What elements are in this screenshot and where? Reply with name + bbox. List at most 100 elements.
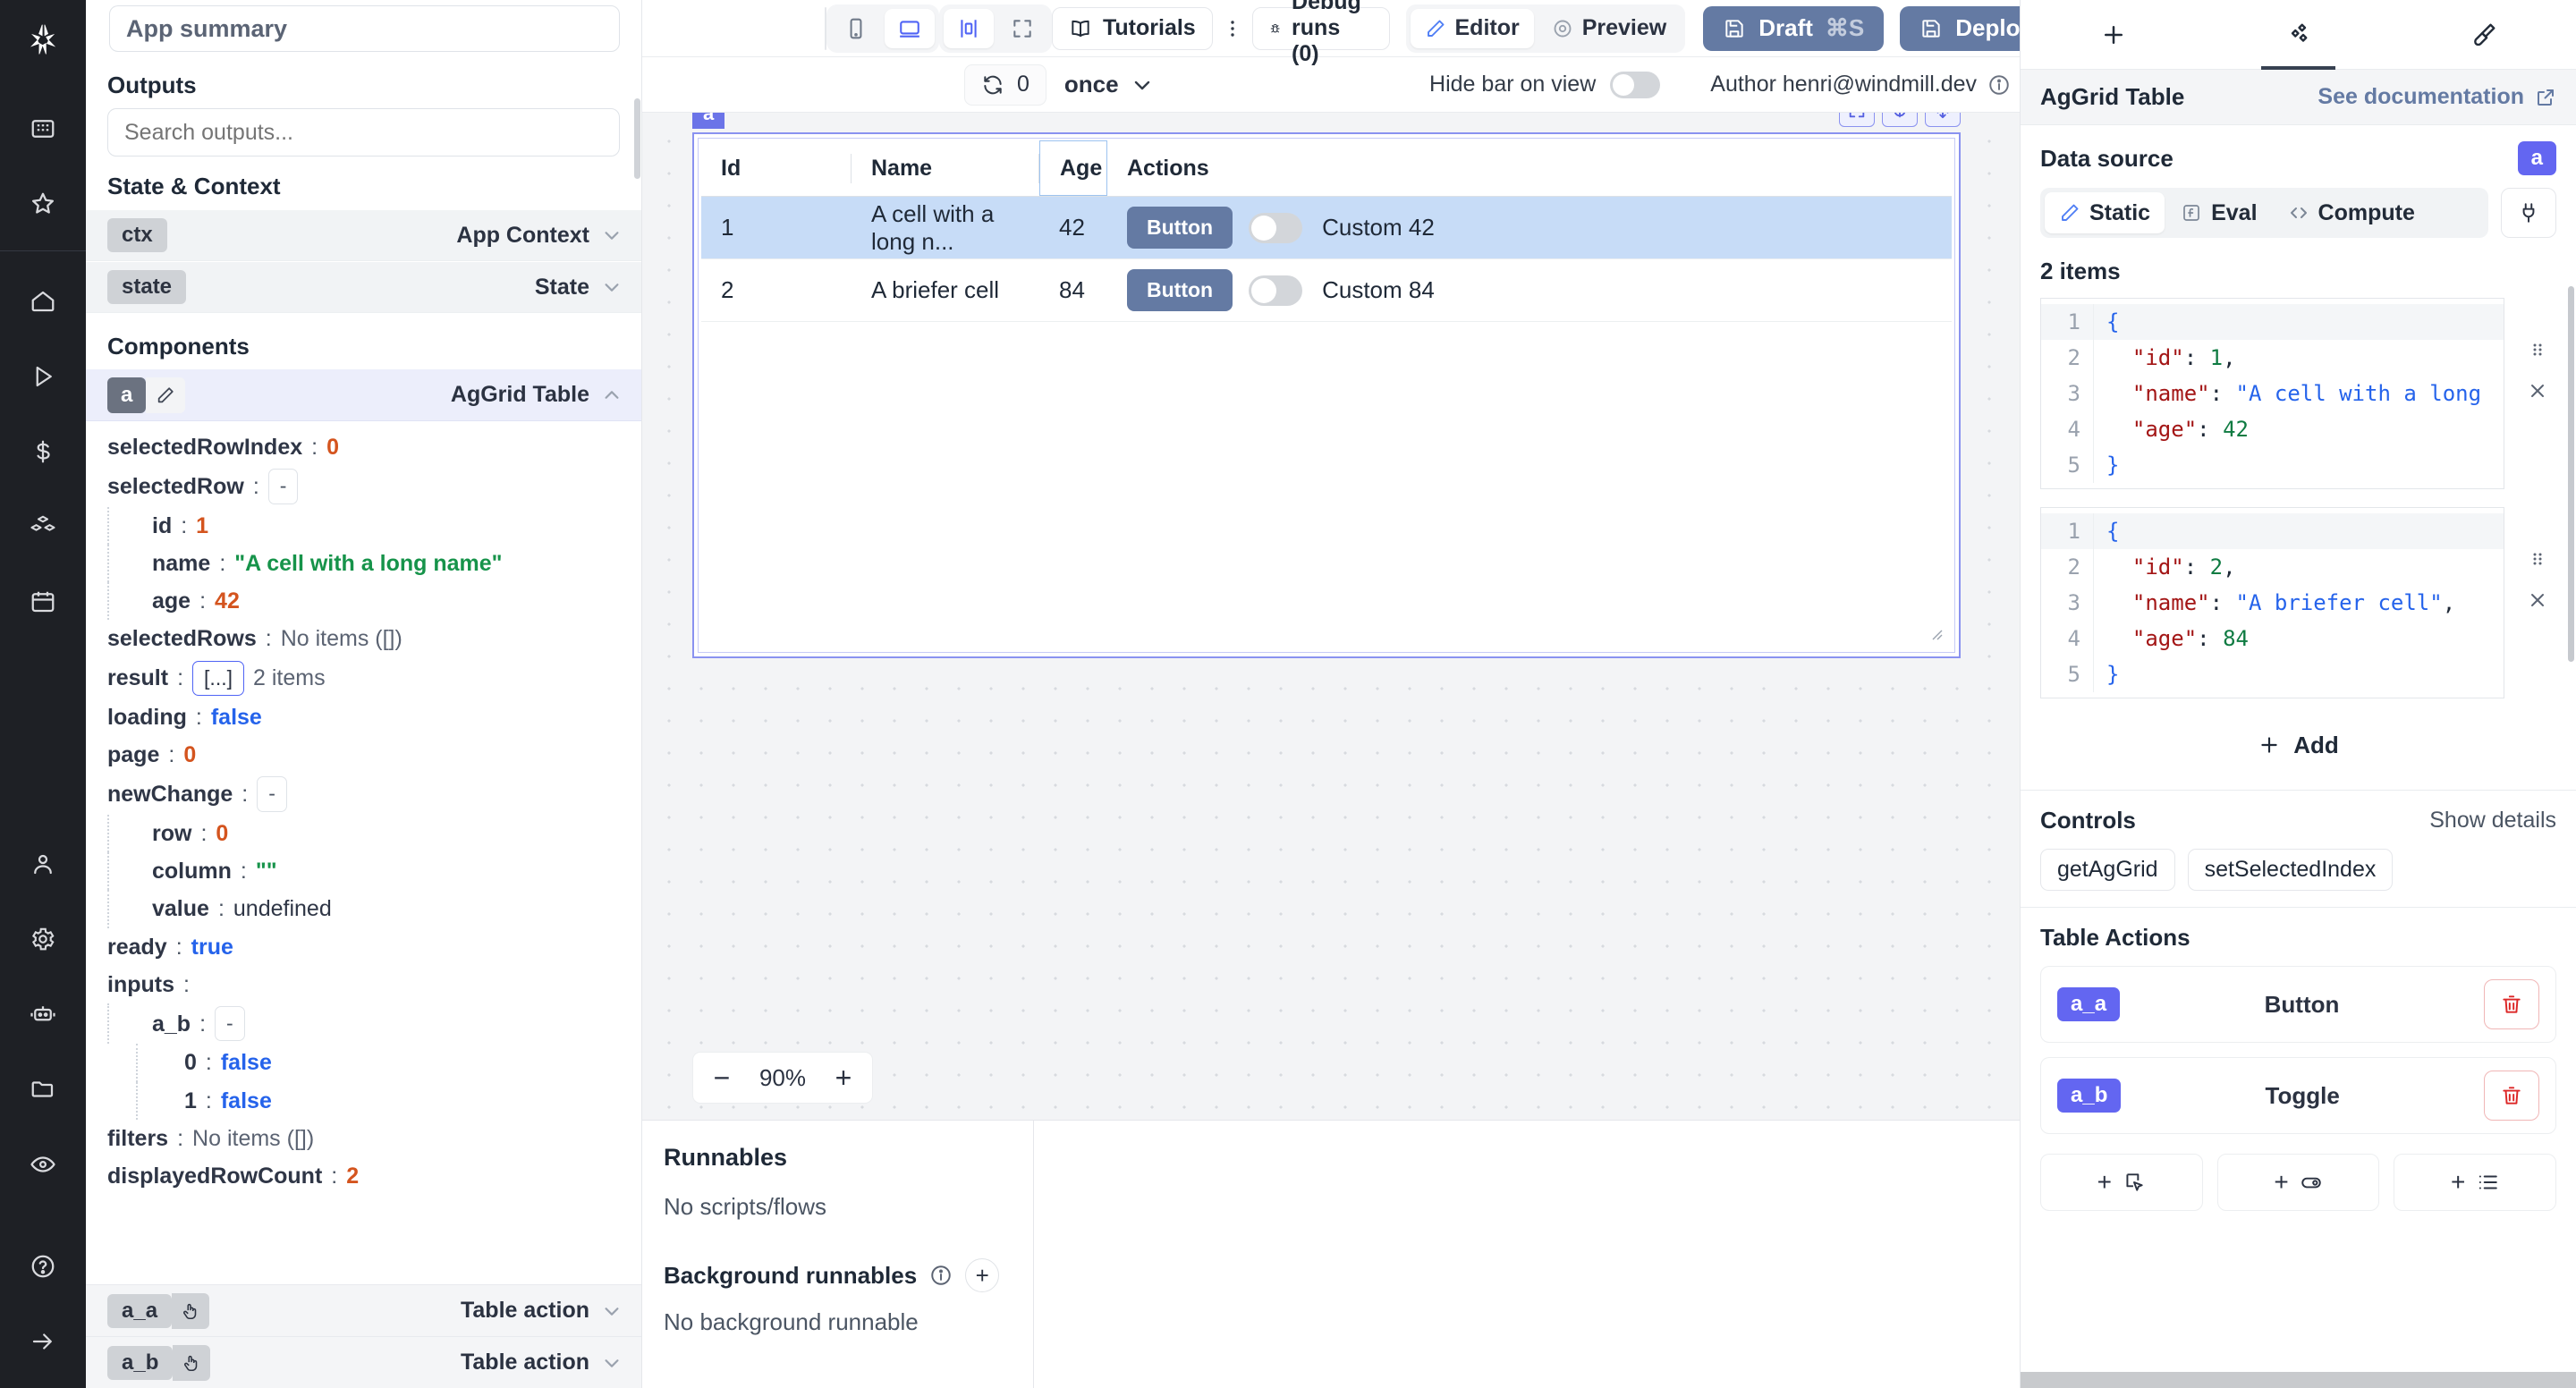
json-editor[interactable]: 1{2 "id": 1,3 "name": "A cell with a lon… <box>2040 298 2504 489</box>
center-layout-button[interactable] <box>944 9 994 48</box>
dollar-icon[interactable] <box>18 427 68 477</box>
output-value[interactable]: - <box>268 469 299 504</box>
favorites-icon[interactable] <box>18 179 68 229</box>
fullscreen-layout-button[interactable] <box>997 9 1047 48</box>
table-action-card-toggle[interactable]: a_b Toggle <box>2040 1057 2556 1134</box>
column-header-actions[interactable]: Actions <box>1107 141 1952 196</box>
mode-compute-button[interactable]: Compute <box>2274 192 2429 233</box>
column-header-age[interactable]: Age <box>1039 140 1107 196</box>
save-icon <box>1723 17 1746 40</box>
output-colon: : <box>199 1008 206 1040</box>
row-action-button[interactable]: Button <box>1127 269 1233 311</box>
delete-table-action-button[interactable] <box>2484 1071 2539 1121</box>
add-select-action[interactable]: + <box>2394 1154 2556 1211</box>
desktop-view-button[interactable] <box>885 9 935 48</box>
home-icon[interactable] <box>18 276 68 326</box>
draft-button[interactable]: Draft ⌘S <box>1703 6 1884 51</box>
mode-eval-button[interactable]: Eval <box>2166 192 2271 233</box>
component-id-tag: a <box>692 113 724 129</box>
mobile-view-button[interactable] <box>831 9 881 48</box>
expand-icon[interactable] <box>18 1316 68 1367</box>
expand-handle-icon[interactable] <box>1839 113 1875 127</box>
styling-tab[interactable] <box>2391 0 2576 69</box>
add-button-action[interactable]: + <box>2040 1154 2203 1211</box>
folders-icon[interactable] <box>18 1064 68 1114</box>
control-chip-setselectedindex[interactable]: setSelectedIndex <box>2188 849 2394 891</box>
left-panel-scrollbar[interactable] <box>634 98 640 179</box>
connect-plug-button[interactable] <box>2501 188 2556 238</box>
delete-table-action-button[interactable] <box>2484 979 2539 1029</box>
output-value: No items ([]) <box>192 1122 314 1155</box>
windmill-logo-icon[interactable] <box>16 13 70 66</box>
pointer-hand-icon <box>172 1293 209 1329</box>
move-handle-icon[interactable] <box>1925 113 1961 127</box>
search-outputs-input[interactable] <box>107 108 620 157</box>
rail-divider <box>0 250 86 251</box>
line-number: 3 <box>2041 585 2093 621</box>
schedules-icon[interactable] <box>18 577 68 627</box>
aggrid-table[interactable]: IdNameAgeActions 1A cell with a long n..… <box>701 141 1952 649</box>
column-header-name[interactable]: Name <box>852 141 1039 196</box>
table-action-row-a_a[interactable]: a_a Table action <box>86 1284 641 1336</box>
refresh-mode-select[interactable]: once <box>1046 71 1153 98</box>
row-action-toggle[interactable] <box>1249 213 1302 243</box>
table-action-card-button[interactable]: a_a Button <box>2040 966 2556 1043</box>
control-chip-getaggrid[interactable]: getAgGrid <box>2040 849 2175 891</box>
context-row-ctx[interactable]: ctx App Context <box>86 209 641 261</box>
apps-icon[interactable] <box>18 104 68 154</box>
debug-runs-button[interactable]: Debug runs (0) <box>1252 7 1390 50</box>
zoom-in-button[interactable]: + <box>815 1052 872 1104</box>
workers-icon[interactable] <box>18 989 68 1039</box>
insert-tab[interactable] <box>2021 0 2206 69</box>
output-field-result: result:[...]2 items <box>86 658 641 698</box>
table-row[interactable]: 2A briefer cell84ButtonCustom 84 <box>701 259 1952 322</box>
show-details-link[interactable]: Show details <box>2429 808 2556 834</box>
help-icon[interactable] <box>18 1241 68 1291</box>
output-field-selectedRows: selectedRows:No items ([]) <box>86 620 641 657</box>
users-icon[interactable] <box>18 839 68 889</box>
add-background-runnable-button[interactable]: + <box>965 1258 999 1292</box>
app-canvas[interactable]: a IdNameAgeActions 1A cell with a long n… <box>642 113 2020 1120</box>
more-options-icon[interactable] <box>1222 8 1243 49</box>
audit-icon[interactable] <box>18 1139 68 1189</box>
tutorials-button[interactable]: Tutorials <box>1052 7 1213 50</box>
add-toggle-action[interactable]: + <box>2217 1154 2380 1211</box>
table-action-label: Table action <box>461 1350 589 1375</box>
output-field-0: 0:false <box>136 1044 641 1081</box>
data-item-editor: 1{2 "id": 1,3 "name": "A cell with a lon… <box>2040 298 2556 489</box>
edit-pen-icon[interactable] <box>146 377 185 413</box>
zoom-out-button[interactable]: − <box>693 1052 750 1104</box>
row-action-toggle[interactable] <box>1249 275 1302 306</box>
search-outputs-row <box>86 108 641 167</box>
output-value: false <box>211 701 262 733</box>
column-header-id[interactable]: Id <box>701 141 852 196</box>
canvas-subbar: 0 once Hide bar on view Author henri@win… <box>642 57 2020 113</box>
runs-icon[interactable] <box>18 351 68 402</box>
aggrid-component-wrapper[interactable]: a IdNameAgeActions 1A cell with a long n… <box>692 132 1961 658</box>
output-value[interactable]: [...] <box>192 661 244 696</box>
app-summary-input[interactable] <box>109 5 620 52</box>
row-action-button[interactable]: Button <box>1127 207 1233 249</box>
resources-icon[interactable] <box>18 502 68 552</box>
hide-bar-toggle[interactable] <box>1610 72 1660 98</box>
preview-tab[interactable]: Preview <box>1538 9 1682 48</box>
output-value[interactable]: - <box>215 1006 245 1041</box>
table-row[interactable]: 1A cell with a long n...42ButtonCustom 4… <box>701 197 1952 259</box>
component-settings-tab[interactable] <box>2206 0 2391 69</box>
context-row-state[interactable]: state State <box>86 261 641 313</box>
mode-static-button[interactable]: Static <box>2045 192 2165 233</box>
settings-icon[interactable] <box>18 914 68 964</box>
top-toolbar: Tutorials Debug runs (0) Editor Preview <box>642 0 2020 57</box>
output-value[interactable]: - <box>257 776 287 811</box>
refresh-count-button[interactable]: 0 <box>964 64 1046 106</box>
see-documentation-link[interactable]: See documentation <box>2318 84 2556 110</box>
json-editor[interactable]: 1{2 "id": 2,3 "name": "A briefer cell",4… <box>2040 507 2504 698</box>
output-field-filters: filters:No items ([]) <box>86 1120 641 1157</box>
inspector-scrollbar[interactable] <box>2568 286 2574 662</box>
add-item-button[interactable]: Add <box>2040 716 2556 774</box>
editor-tab[interactable]: Editor <box>1411 9 1534 48</box>
component-header-aggrid[interactable]: a AgGrid Table <box>86 369 641 421</box>
table-action-row-a_b[interactable]: a_b Table action <box>86 1336 641 1388</box>
anchor-handle-icon[interactable] <box>1882 113 1918 127</box>
refresh-mode-value: once <box>1064 71 1119 98</box>
